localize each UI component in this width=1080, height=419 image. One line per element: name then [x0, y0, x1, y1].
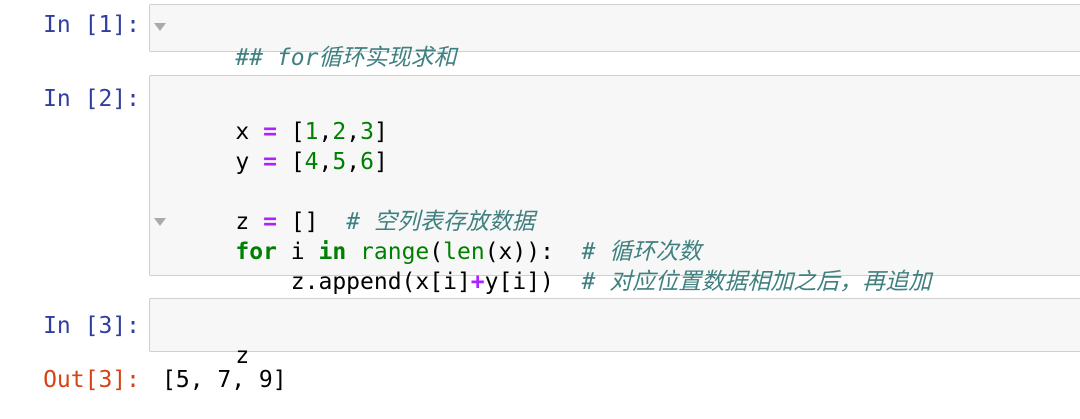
code-line-1: x = [1,2,3]: [180, 87, 387, 145]
code-token: y: [235, 149, 264, 175]
code-token: [: [276, 149, 305, 175]
code-token: 5: [332, 149, 347, 175]
code-cell-1[interactable]: ## for循环实现求和: [149, 4, 1080, 71]
output-prompt: Out[3]:: [43, 367, 140, 393]
code-token: +: [470, 269, 485, 295]
code-line-2: y = [4,5,6]: [180, 117, 387, 175]
code-line-4: z = [] # 空列表存放数据: [180, 177, 535, 235]
input-prompt-2: In [2]:: [43, 86, 140, 112]
code-cell-3[interactable]: z: [149, 298, 1080, 369]
code-cell-2[interactable]: x = [1,2,3] y = [4,5,6] z = [] # 空列表存放数据…: [149, 75, 1080, 295]
fold-triangle-icon[interactable]: [154, 218, 166, 226]
code-token: z.append(x[i]: [235, 269, 471, 295]
input-prompt-3: In [3]:: [43, 313, 140, 339]
code-token: 4: [304, 149, 319, 175]
code-token: =: [263, 149, 277, 175]
input-prompt-1: In [1]:: [43, 12, 140, 38]
code-token: y[i]): [484, 269, 582, 295]
code-line: ## for循环实现求和: [180, 13, 456, 71]
comment-text: # 对应位置数据相加之后，再追加: [581, 269, 932, 295]
output-text: [5, 7, 9]: [162, 367, 287, 393]
code-token: ,: [346, 149, 361, 175]
code-line-6: z.append(x[i]+y[i]) # 对应位置数据相加之后，再追加: [180, 237, 932, 295]
code-token: z: [235, 343, 250, 369]
code-line-5: for i in range(len(x)): # 循环次数: [180, 207, 701, 265]
code-token: ,: [318, 149, 333, 175]
fold-triangle-icon[interactable]: [154, 23, 166, 31]
code-line: z: [180, 311, 249, 369]
code-token: 6: [360, 149, 374, 175]
code-token: ]: [373, 149, 388, 175]
comment-text: ## for循环实现求和: [235, 45, 457, 71]
